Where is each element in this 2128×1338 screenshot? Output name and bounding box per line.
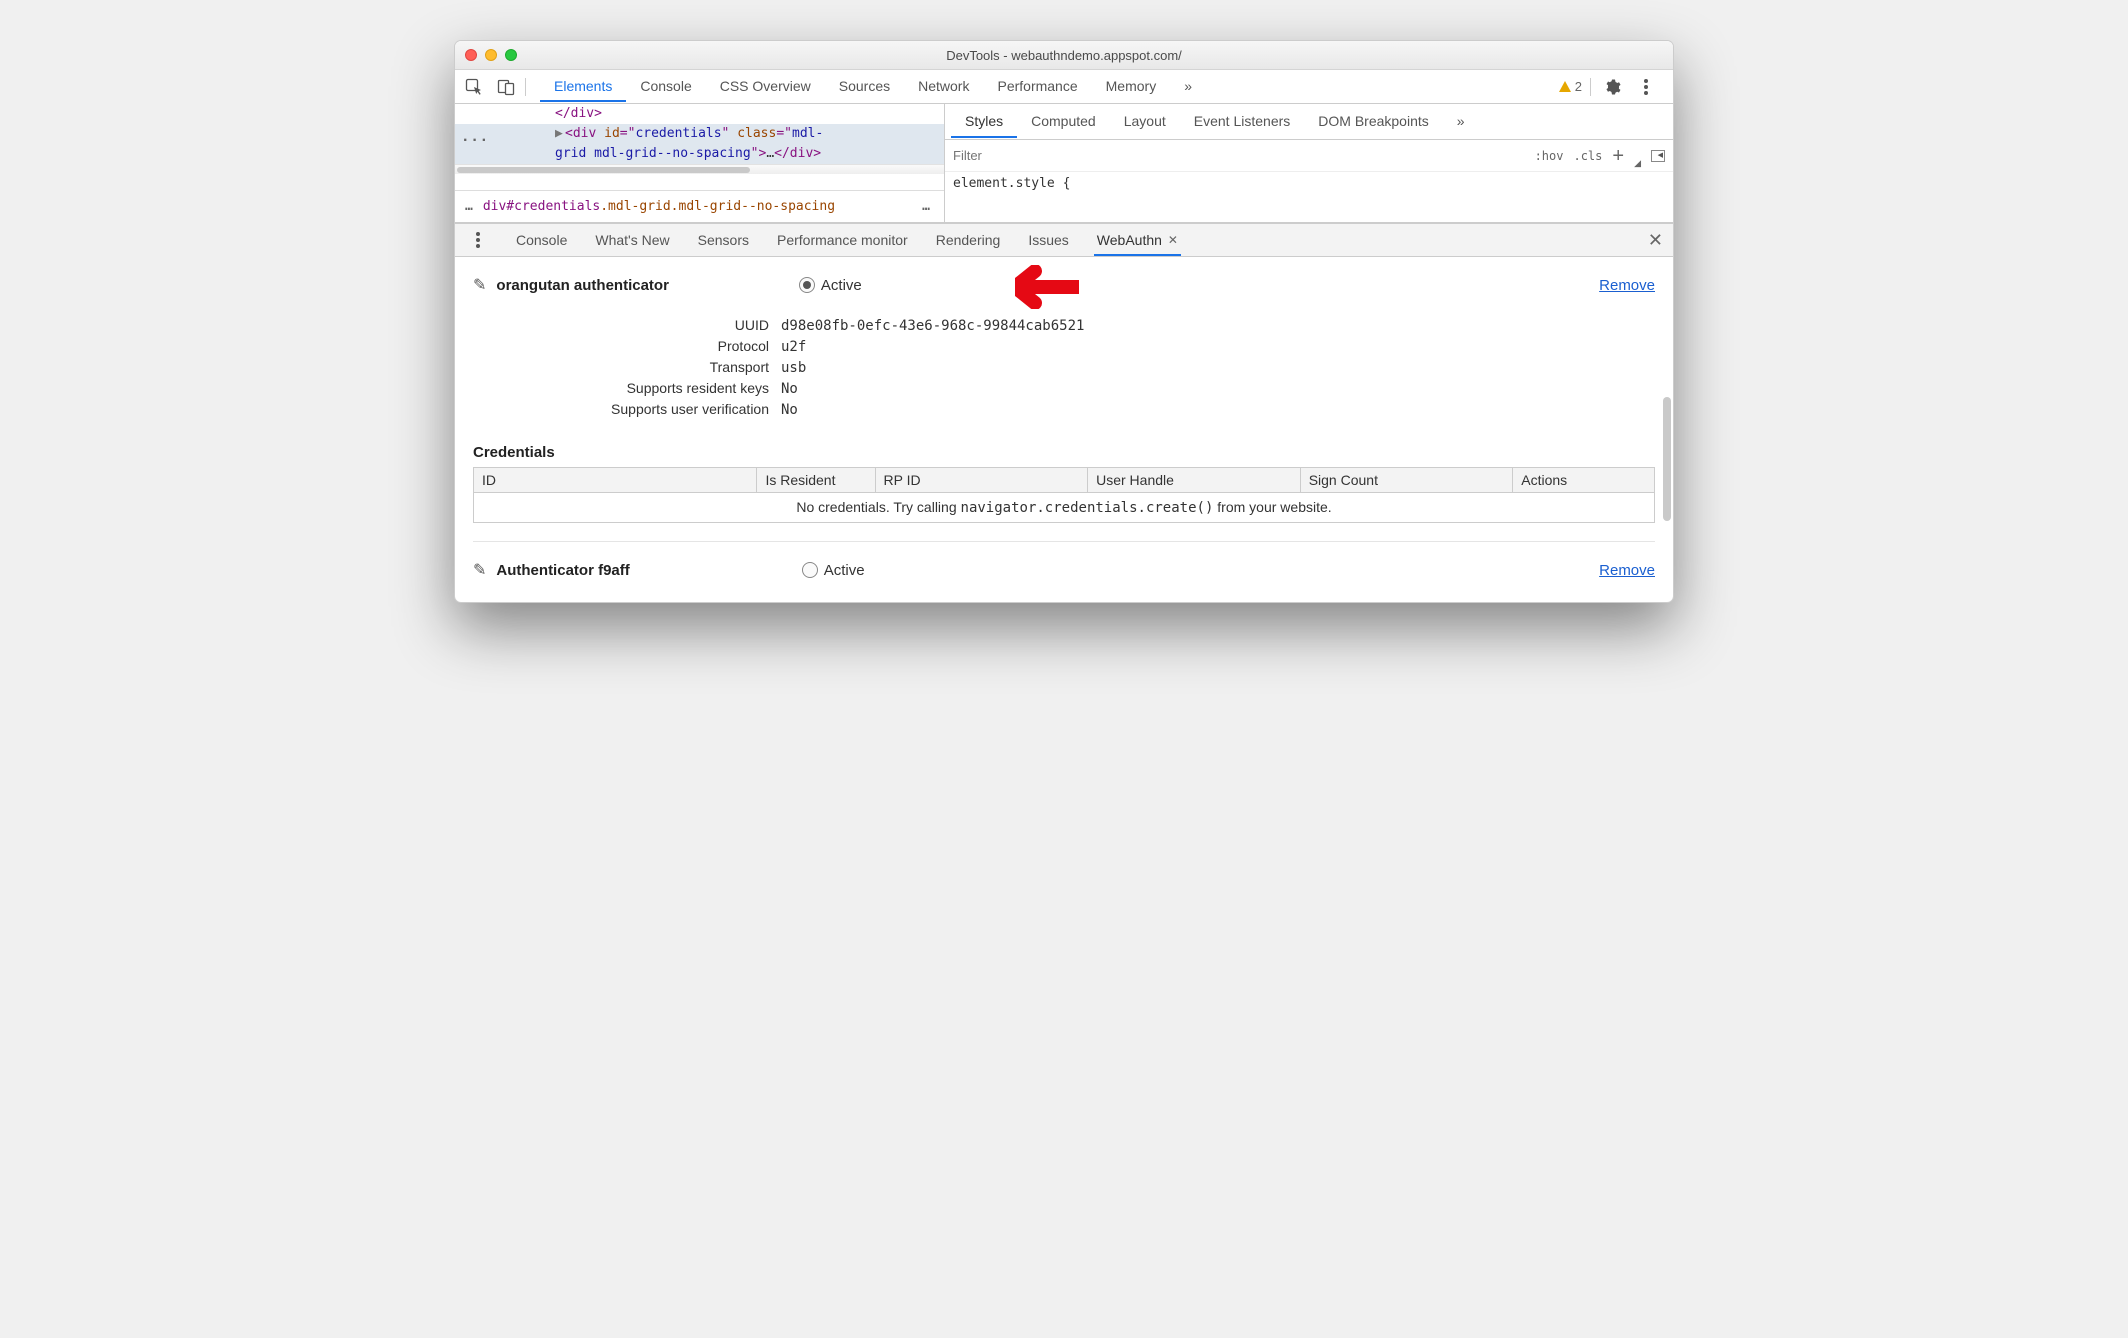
credentials-heading: Credentials [473,444,1655,461]
prop-uuid-value: d98e08fb-0efc-43e6-968c-99844cab6521 [781,318,1084,334]
breadcrumb[interactable]: … div#credentials.mdl-grid.mdl-grid--no-… [455,190,944,222]
prop-rk-label: Supports resident keys [473,380,769,396]
resizer-icon[interactable]: ◢ [1634,158,1641,169]
styles-tab-dom-breakpoints[interactable]: DOM Breakpoints [1304,105,1442,138]
drawer-menu-icon[interactable] [465,227,491,253]
close-tab-icon[interactable]: ✕ [1168,233,1178,247]
styles-tabs: Styles Computed Layout Event Listeners D… [945,104,1673,140]
device-toggle-icon[interactable] [493,74,519,100]
prop-protocol-label: Protocol [473,338,769,354]
credentials-table: ID Is Resident RP ID User Handle Sign Co… [473,467,1655,523]
styles-tab-styles[interactable]: Styles [951,105,1017,138]
hov-toggle[interactable]: :hov [1535,149,1564,163]
tabs-overflow[interactable]: » [1170,71,1206,102]
vertical-scrollbar[interactable] [1663,397,1671,574]
active-radio[interactable] [802,562,818,578]
prop-uuid-label: UUID [473,317,769,333]
tab-css-overview[interactable]: CSS Overview [706,71,825,102]
authenticator-name: Authenticator f9aff [496,562,629,579]
window-traffic-lights [465,49,517,61]
edit-name-icon[interactable]: ✎ [473,275,486,295]
col-id: ID [474,468,757,493]
warnings-count: 2 [1575,79,1582,94]
titlebar: DevTools - webauthndemo.appspot.com/ [455,41,1673,70]
drawer-tab-performance-monitor[interactable]: Performance monitor [774,225,911,256]
col-signcount: Sign Count [1300,468,1513,493]
prop-protocol-value: u2f [781,339,806,355]
elements-pane: ··· </div> ▶<div id="credentials" class=… [455,104,945,222]
prop-uv-label: Supports user verification [473,401,769,417]
tab-network[interactable]: Network [904,71,983,102]
breadcrumb-node[interactable]: div#credentials [483,199,600,214]
main-tabs: Elements Console CSS Overview Sources Ne… [540,71,1553,102]
main-toolbar: Elements Console CSS Overview Sources Ne… [455,70,1673,104]
divider [525,78,526,96]
tab-console[interactable]: Console [626,71,705,102]
credentials-empty-row: No credentials. Try calling navigator.cr… [474,493,1655,523]
active-radio[interactable] [799,277,815,293]
dom-line-prev: </div> [555,106,602,121]
warnings-badge[interactable]: 2 [1559,79,1582,94]
webauthn-panel: ✎ orangutan authenticator Active Remove … [455,257,1673,584]
active-label: Active [824,562,865,579]
selected-dom-node[interactable]: ▶<div id="credentials" class="mdl- [455,124,944,144]
styles-pane: Styles Computed Layout Event Listeners D… [945,104,1673,222]
cls-toggle[interactable]: .cls [1573,149,1602,163]
tab-memory[interactable]: Memory [1092,71,1171,102]
remove-authenticator-link[interactable]: Remove [1599,277,1655,294]
col-rpid: RP ID [875,468,1088,493]
annotation-arrow-icon [1015,265,1079,309]
styles-filter-input[interactable] [953,148,1525,163]
styles-tabs-overflow[interactable]: » [1443,105,1479,138]
tab-sources[interactable]: Sources [825,71,904,102]
drawer-tab-console[interactable]: Console [513,225,570,256]
new-style-rule-icon[interactable]: + [1612,146,1624,166]
prop-transport-value: usb [781,360,806,376]
minimize-window-icon[interactable] [485,49,497,61]
inspect-icon[interactable] [461,74,487,100]
dom-tree[interactable]: ··· </div> ▶<div id="credentials" class=… [455,104,944,190]
col-userhandle: User Handle [1088,468,1301,493]
drawer-tab-rendering[interactable]: Rendering [933,225,1004,256]
drawer-tab-sensors[interactable]: Sensors [695,225,752,256]
warning-icon [1559,81,1571,92]
style-rule[interactable]: element.style { [945,172,1673,195]
computed-pane-toggle-icon[interactable] [1651,150,1665,162]
prop-transport-label: Transport [473,359,769,375]
col-actions: Actions [1513,468,1655,493]
authenticator-properties: UUID d98e08fb-0efc-43e6-968c-99844cab6521… [473,315,1655,420]
prop-uv-value: No [781,402,798,418]
horizontal-scrollbar[interactable] [455,164,944,174]
tab-elements[interactable]: Elements [540,71,626,102]
drawer-tab-whats-new[interactable]: What's New [592,225,672,256]
edit-name-icon[interactable]: ✎ [473,560,486,580]
settings-icon[interactable] [1599,74,1625,100]
kebab-menu-icon[interactable] [1633,74,1659,100]
zoom-window-icon[interactable] [505,49,517,61]
drawer-tab-webauthn[interactable]: WebAuthn ✕ [1094,225,1181,256]
styles-tab-event-listeners[interactable]: Event Listeners [1180,105,1305,138]
styles-tab-layout[interactable]: Layout [1110,105,1180,138]
authenticator-row: ✎ Authenticator f9aff Active Remove [473,541,1655,584]
sibling-overflow-icon: ··· [463,132,491,150]
drawer-tabs: Console What's New Sensors Performance m… [455,223,1673,257]
breadcrumb-overflow-right[interactable]: … [922,199,934,214]
divider [1590,78,1591,96]
prop-rk-value: No [781,381,798,397]
breadcrumb-overflow-left[interactable]: … [465,199,477,214]
active-label: Active [821,277,862,294]
close-window-icon[interactable] [465,49,477,61]
authenticator-row: ✎ orangutan authenticator Active Remove … [473,271,1655,523]
close-drawer-icon[interactable]: ✕ [1648,230,1663,251]
authenticator-name: orangutan authenticator [496,277,669,294]
styles-tab-computed[interactable]: Computed [1017,105,1110,138]
breadcrumb-classes: .mdl-grid.mdl-grid--no-spacing [600,199,835,214]
window-title: DevTools - webauthndemo.appspot.com/ [455,48,1673,63]
tab-performance[interactable]: Performance [983,71,1091,102]
remove-authenticator-link[interactable]: Remove [1599,562,1655,579]
col-resident: Is Resident [757,468,875,493]
drawer-tab-issues[interactable]: Issues [1025,225,1071,256]
